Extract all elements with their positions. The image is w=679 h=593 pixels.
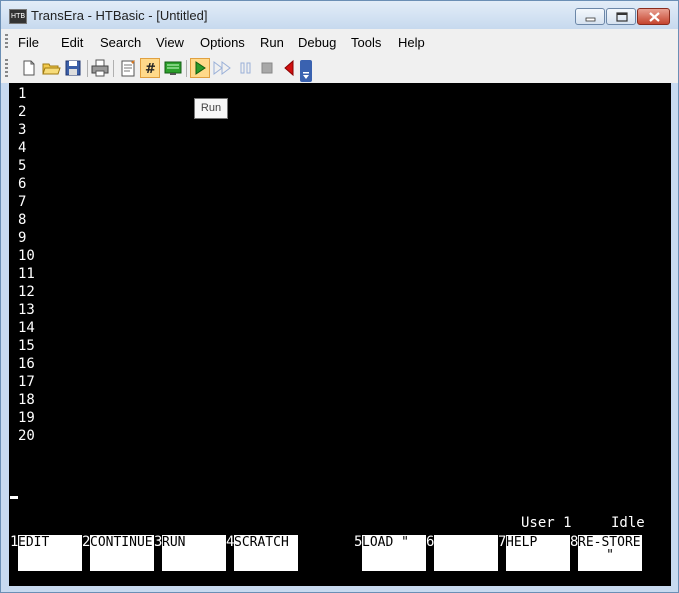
line-number: 12 (18, 284, 35, 300)
close-icon (649, 12, 660, 22)
window-title: TransEra - HTBasic - [Untitled] (31, 8, 208, 23)
line-number: 15 (18, 338, 35, 354)
toolbar-overflow-button[interactable] (300, 60, 312, 82)
display-toggle-button[interactable] (163, 58, 183, 78)
softkey-label: HELP (506, 535, 538, 550)
softkey-label: EDIT (18, 535, 50, 550)
screen-icon (164, 61, 182, 75)
line-number: 17 (18, 374, 35, 390)
menu-debug[interactable]: Debug (298, 35, 336, 50)
line-number: 10 (18, 248, 35, 264)
softkey-5[interactable]: LOAD " (362, 535, 426, 571)
softkey-label-2: " (606, 548, 614, 563)
run-button[interactable] (190, 58, 210, 78)
line-number-list: 1 2 3 4 5 6 7 8 9 10 11 12 13 14 15 16 1… (18, 85, 35, 445)
softkey-1[interactable]: EDIT (18, 535, 82, 571)
restore-icon (616, 12, 628, 22)
toolbar-grip[interactable] (5, 59, 8, 77)
minimize-button[interactable] (575, 8, 605, 25)
softkey-3[interactable]: RUN (162, 535, 226, 571)
toolbar-separator (87, 60, 88, 77)
step-back-icon (284, 59, 294, 77)
line-number: 20 (18, 428, 35, 444)
run-state-status: Idle (611, 515, 645, 531)
menu-file[interactable]: File (18, 35, 39, 50)
minimize-icon (585, 17, 596, 22)
line-number: 16 (18, 356, 35, 372)
stop-icon (261, 62, 273, 74)
edit-program-button[interactable] (118, 58, 138, 78)
line-number: 9 (18, 230, 27, 246)
softkey-label: RUN (162, 535, 186, 550)
menu-options[interactable]: Options (200, 35, 245, 50)
basic-console[interactable]: 1 2 3 4 5 6 7 8 9 10 11 12 13 14 15 16 1… (9, 83, 671, 586)
chevron-down-icon (303, 72, 309, 79)
menubar-grip[interactable] (5, 34, 8, 50)
toolbar-separator (186, 60, 187, 77)
menu-edit[interactable]: Edit (61, 35, 83, 50)
pause-icon (240, 62, 251, 74)
line-number: 6 (18, 176, 27, 192)
run-tooltip: Run (194, 98, 228, 119)
open-button[interactable] (41, 58, 61, 78)
step-back-button[interactable] (279, 58, 299, 78)
softkey-label: SCRATCH (234, 535, 289, 550)
line-number: 13 (18, 302, 35, 318)
softkey-label: LOAD " (362, 535, 409, 550)
menu-tools[interactable]: Tools (351, 35, 381, 50)
line-number: 14 (18, 320, 35, 336)
menu-bar: File Edit Search View Options Run Debug … (1, 29, 678, 55)
softkey-4[interactable]: SCRATCH (234, 535, 298, 571)
line-number: 4 (18, 140, 27, 156)
stop-button[interactable] (258, 58, 278, 78)
line-number: 1 (18, 86, 27, 102)
app-logo-icon[interactable]: HTB (9, 9, 27, 24)
menu-run[interactable]: Run (260, 35, 284, 50)
line-number: 3 (18, 122, 27, 138)
continue-icon (213, 61, 231, 75)
run-icon (195, 61, 206, 75)
title-bar[interactable]: HTB TransEra - HTBasic - [Untitled] (1, 1, 678, 29)
svg-text:#: # (145, 62, 156, 77)
continue-button[interactable] (212, 58, 232, 78)
print-icon (91, 59, 109, 77)
toolbar: # (1, 55, 678, 83)
save-button[interactable] (63, 58, 83, 78)
toolbar-separator (113, 60, 114, 77)
hash-icon: # (145, 62, 156, 77)
line-number: 7 (18, 194, 27, 210)
user-mode-status: User 1 (521, 515, 572, 531)
menu-search[interactable]: Search (100, 35, 141, 50)
line-numbers-button[interactable]: # (140, 58, 160, 78)
open-folder-icon (42, 63, 61, 75)
text-cursor (10, 496, 18, 499)
softkey-6[interactable] (434, 535, 498, 571)
save-icon (65, 60, 81, 76)
maximize-button[interactable] (606, 8, 636, 25)
menu-help[interactable]: Help (398, 35, 425, 50)
edit-document-icon (121, 60, 135, 77)
line-number: 11 (18, 266, 35, 282)
line-number: 2 (18, 104, 27, 120)
new-file-button[interactable] (19, 58, 39, 78)
close-button[interactable] (637, 8, 670, 25)
softkey-2[interactable]: CONTINUE (90, 535, 154, 571)
softkey-label: CONTINUE (90, 535, 153, 550)
new-file-icon (23, 60, 35, 76)
line-number: 18 (18, 392, 35, 408)
softkey-7[interactable]: HELP (506, 535, 570, 571)
app-window: HTB TransEra - HTBasic - [Untitled] File… (0, 0, 679, 593)
line-number: 8 (18, 212, 27, 228)
pause-button[interactable] (236, 58, 256, 78)
line-number: 19 (18, 410, 35, 426)
line-number: 5 (18, 158, 27, 174)
print-button[interactable] (90, 58, 110, 78)
menu-view[interactable]: View (156, 35, 184, 50)
softkey-8[interactable]: RE-STORE " (578, 535, 642, 571)
